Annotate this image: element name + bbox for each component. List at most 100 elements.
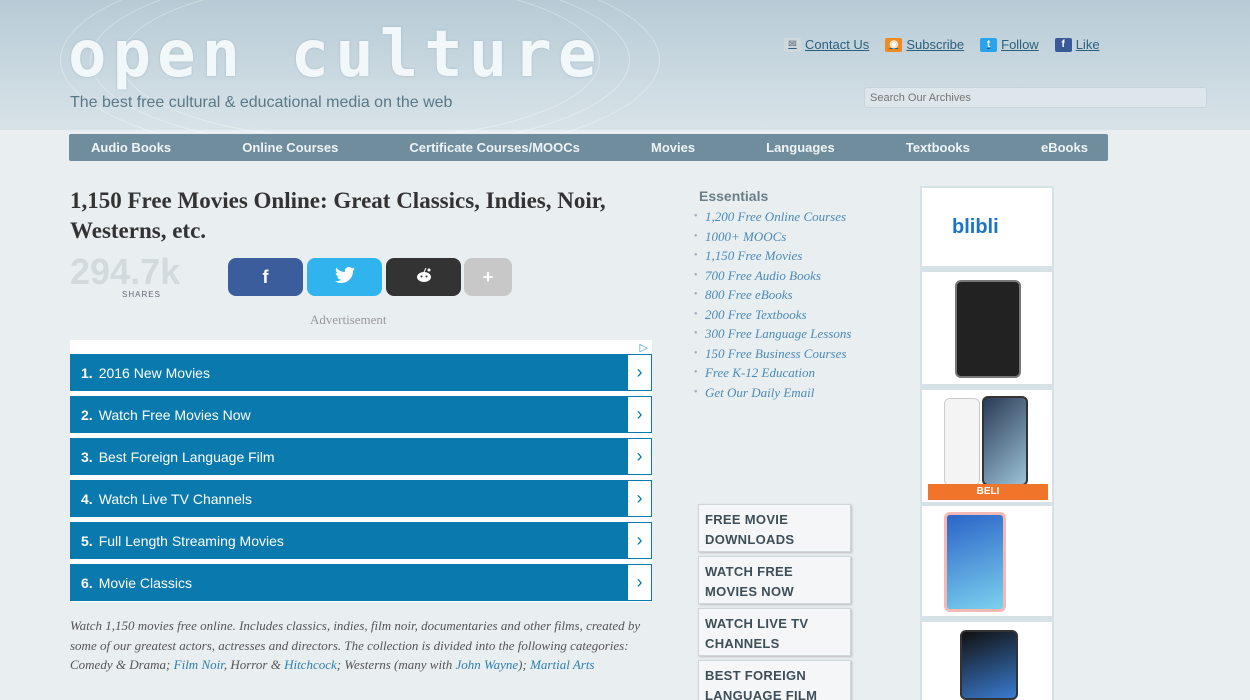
chevron-right-icon: › <box>627 480 652 517</box>
nav-ebooks[interactable]: eBooks <box>1041 140 1088 155</box>
john-wayne-link[interactable]: John Wayne <box>455 657 518 672</box>
product-tile[interactable]: BELI <box>922 390 1052 502</box>
ad-link-label: Full Length Streaming Movies <box>98 532 284 549</box>
facebook-share-button[interactable]: f <box>228 258 303 296</box>
essentials-link[interactable]: Free K-12 Education <box>692 365 862 381</box>
essentials-link[interactable]: 800 Free eBooks <box>692 287 862 303</box>
essentials-link[interactable]: 1000+ MOOCs <box>692 229 862 245</box>
like-label: Like <box>1075 37 1100 52</box>
site-tagline: The best free cultural & educational med… <box>70 94 453 111</box>
chevron-right-icon: › <box>627 522 652 559</box>
subscribe-link[interactable]: ◉ Subscribe <box>885 37 964 52</box>
nav-audio-books[interactable]: Audio Books <box>91 140 171 155</box>
nav-online-courses[interactable]: Online Courses <box>242 140 338 155</box>
facebook-icon: f <box>1054 37 1072 52</box>
mail-icon: ✉ <box>784 37 801 52</box>
watch-free-movies-button[interactable]: WATCH FREE MOVIES NOW <box>698 556 851 604</box>
essentials-link[interactable]: 300 Free Language Lessons <box>692 326 862 342</box>
essentials-link[interactable]: 200 Free Textbooks <box>692 307 862 323</box>
phone-image <box>944 398 980 486</box>
blibli-logo: blibli <box>952 216 999 238</box>
nav-languages[interactable]: Languages <box>766 140 835 155</box>
site-header: open culture The best free cultural & ed… <box>0 0 1250 160</box>
essentials-list: 1,200 Free Online Courses 1000+ MOOCs 1,… <box>692 209 862 401</box>
ad-link[interactable]: 5. Full Length Streaming Movies › <box>70 522 652 559</box>
ad-link-label: Watch Free Movies Now <box>98 406 251 423</box>
ad-link-number: 5. <box>81 532 93 549</box>
essentials-link[interactable]: 700 Free Audio Books <box>692 268 862 284</box>
ad-link[interactable]: 2. Watch Free Movies Now › <box>70 396 652 433</box>
share-counter: 294.7k SHARES <box>70 251 220 300</box>
martial-arts-link[interactable]: Martial Arts <box>530 657 594 672</box>
essentials-link[interactable]: 1,200 Free Online Courses <box>692 209 862 225</box>
contact-label: Contact Us <box>805 37 870 52</box>
essentials-heading: Essentials <box>699 188 769 204</box>
watch-live-tv-button[interactable]: WATCH LIVE TV CHANNELS <box>698 608 851 656</box>
ad-links-box: ▷ 1. 2016 New Movies › 2. Watch Free Mov… <box>70 340 652 602</box>
body-text: , Horror & <box>223 657 285 672</box>
follow-label: Follow <box>1001 37 1039 52</box>
more-share-button[interactable]: + <box>464 258 512 296</box>
reddit-share-button[interactable] <box>386 258 461 296</box>
ad-link[interactable]: 6. Movie Classics › <box>70 564 652 601</box>
brand-tile: blibli <box>922 188 1052 266</box>
ad-link-number: 3. <box>81 448 93 465</box>
article: 1,150 Free Movies Online: Great Classics… <box>70 186 655 672</box>
search-input[interactable] <box>864 87 1207 108</box>
ad-link[interactable]: 4. Watch Live TV Channels › <box>70 480 652 517</box>
free-movie-downloads-button[interactable]: FREE MOVIE DOWNLOADS <box>698 504 851 552</box>
best-foreign-film-button[interactable]: BEST FOREIGN LANGUAGE FILM <box>698 660 851 700</box>
right-banner-ad[interactable]: ▷ blibli BELI <box>920 186 1054 700</box>
twitter-share-button[interactable] <box>307 258 382 296</box>
hitchcock-link[interactable]: Hitchcock <box>284 657 337 672</box>
adchoices-icon[interactable]: ▷ <box>640 341 648 354</box>
essentials-link[interactable]: 150 Free Business Courses <box>692 346 862 362</box>
essentials-link[interactable]: Get Our Daily Email <box>692 385 862 401</box>
subscribe-label: Subscribe <box>906 37 965 52</box>
chevron-right-icon: › <box>627 354 652 391</box>
phone-image <box>944 512 1006 612</box>
ad-link-label: Watch Live TV Channels <box>98 490 252 507</box>
ad-link-label: 2016 New Movies <box>98 364 210 381</box>
like-link[interactable]: f Like <box>1054 37 1100 52</box>
product-tile[interactable] <box>922 272 1052 384</box>
product-tile[interactable] <box>922 622 1052 700</box>
rss-icon: ◉ <box>885 37 903 52</box>
main-nav: Audio Books Online Courses Certificate C… <box>69 134 1108 161</box>
share-count: 294.7k <box>70 251 181 292</box>
social-links: ✉ Contact Us ◉ Subscribe t Follow f Like <box>784 37 1100 52</box>
article-body: Watch 1,150 movies free online. Includes… <box>70 616 650 675</box>
essentials-link[interactable]: 1,150 Free Movies <box>692 248 862 264</box>
site-logo[interactable]: open culture <box>68 18 602 92</box>
phone-image <box>955 280 1021 378</box>
buy-button[interactable]: BELI <box>928 484 1048 500</box>
nav-movies[interactable]: Movies <box>651 140 695 155</box>
ad-link-number: 4. <box>81 490 93 507</box>
reddit-icon <box>414 267 434 288</box>
phone-image <box>960 630 1018 700</box>
article-title: 1,150 Free Movies Online: Great Classics… <box>70 188 606 243</box>
ad-link-label: Best Foreign Language Film <box>98 448 275 465</box>
nav-textbooks[interactable]: Textbooks <box>906 140 970 155</box>
follow-link[interactable]: t Follow <box>980 37 1039 52</box>
ad-link[interactable]: 1. 2016 New Movies › <box>70 354 652 391</box>
film-noir-link[interactable]: Film Noir <box>174 657 224 672</box>
plus-icon: + <box>482 266 494 287</box>
product-tile[interactable] <box>922 506 1052 616</box>
ad-link-label: Movie Classics <box>98 574 193 591</box>
ad-link-number: 2. <box>81 406 93 423</box>
phone-image <box>982 396 1028 486</box>
essentials-sidebar: Essentials 1,200 Free Online Courses 100… <box>692 188 862 405</box>
ad-link[interactable]: 3. Best Foreign Language Film › <box>70 438 652 475</box>
twitter-icon <box>334 266 355 288</box>
chevron-right-icon: › <box>627 438 652 475</box>
contact-link[interactable]: ✉ Contact Us <box>784 37 869 52</box>
advertisement-label: Advertisement <box>310 312 387 327</box>
nav-certificate-courses[interactable]: Certificate Courses/MOOCs <box>409 140 580 155</box>
chevron-right-icon: › <box>627 564 652 601</box>
chevron-right-icon: › <box>627 396 652 433</box>
twitter-icon: t <box>980 37 998 52</box>
body-text: ; Westerns (many with <box>336 657 456 672</box>
facebook-icon: f <box>262 266 269 287</box>
ad-link-number: 6. <box>81 574 93 591</box>
